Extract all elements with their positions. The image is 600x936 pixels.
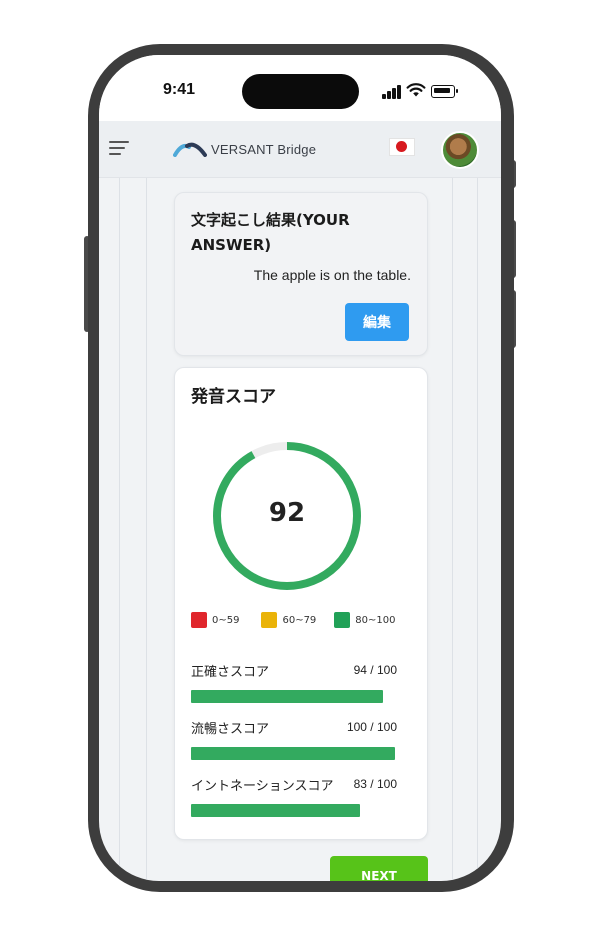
- signal-icon: [382, 85, 404, 99]
- hamburger-icon[interactable]: [109, 141, 129, 157]
- legend-item-high: 80~100: [334, 612, 396, 628]
- fluency-score-label: 流暢さスコア: [191, 722, 270, 737]
- intonation-score-bar: [191, 804, 361, 817]
- status-time: 9:41: [163, 81, 196, 98]
- legend-swatch-green: [334, 612, 351, 628]
- wifi-icon: [406, 83, 426, 97]
- transcription-text: The apple is on the table.: [253, 267, 411, 283]
- content-divider: [477, 178, 478, 881]
- score-ring: 92: [211, 440, 363, 592]
- main-content: 文字起こし結果(YOUR ANSWER) The apple is on the…: [99, 178, 501, 881]
- bridge-logo-icon: [173, 142, 207, 157]
- status-bar: 9:41: [99, 55, 501, 121]
- battery-icon: [431, 85, 458, 98]
- legend-label: 0~59: [212, 614, 240, 626]
- pronunciation-score-card: 発音スコア 92 0~59 60~79 80~100 正確さスコア 94 / 1…: [174, 367, 428, 840]
- legend-label: 60~79: [282, 614, 317, 626]
- legend-swatch-yellow: [261, 612, 278, 628]
- legend-swatch-red: [191, 612, 207, 628]
- fluency-score-value: 100 / 100: [346, 720, 397, 734]
- legend-item-mid: 60~79: [261, 612, 316, 628]
- user-avatar[interactable]: [441, 131, 479, 169]
- content-divider: [119, 178, 120, 881]
- intonation-score-value: 83 / 100: [353, 777, 397, 791]
- legend-label: 80~100: [355, 614, 396, 626]
- accuracy-score-value: 94 / 100: [353, 663, 397, 677]
- fluency-score-bar: [191, 747, 395, 760]
- legend-item-low: 0~59: [191, 612, 239, 628]
- transcription-card: 文字起こし結果(YOUR ANSWER) The apple is on the…: [174, 192, 428, 356]
- next-button[interactable]: NEXT: [330, 856, 428, 881]
- brand-name: VERSANT Bridge: [211, 141, 317, 157]
- accuracy-score-bar: [191, 690, 383, 703]
- transcription-title: 文字起こし結果(YOUR: [191, 211, 350, 229]
- intonation-score-label: イントネーションスコア: [191, 779, 334, 794]
- pronunciation-title: 発音スコア: [191, 387, 276, 407]
- score-legend: 0~59 60~79 80~100: [191, 612, 410, 628]
- transcription-title-2: ANSWER): [191, 236, 272, 254]
- score-value: 92: [268, 498, 306, 528]
- brand-logo[interactable]: VERSANT Bridge: [173, 138, 316, 160]
- content-divider: [146, 178, 147, 881]
- dynamic-island: [242, 74, 359, 109]
- accuracy-score-label: 正確さスコア: [191, 665, 270, 680]
- japan-flag-icon[interactable]: [389, 138, 415, 156]
- phone-screen: 9:41 VERSANT Bridge 文字起こし結果(YOUR ANSWER)…: [99, 55, 501, 881]
- content-divider: [452, 178, 453, 881]
- edit-button[interactable]: 編集: [345, 303, 409, 341]
